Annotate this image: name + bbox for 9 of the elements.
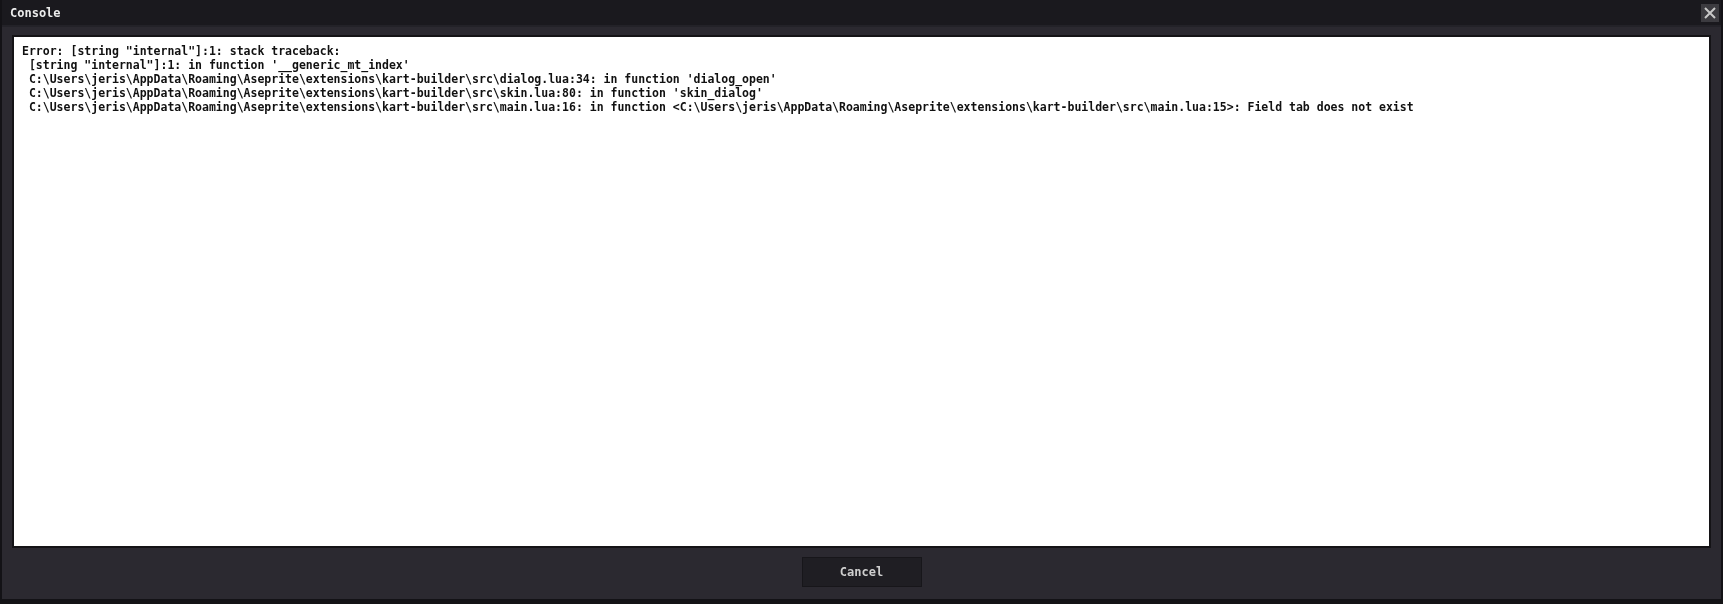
console-line: C:\Users\jeris\AppData\Roaming\Aseprite\extensions\kart-builder\src\dialog.lua:34: in function 'dialog_open'	[27, 72, 778, 86]
window-title: Console	[10, 5, 61, 20]
close-button[interactable]	[1701, 3, 1719, 22]
close-icon	[1704, 6, 1716, 19]
console-line: C:\Users\jeris\AppData\Roaming\Aseprite\extensions\kart-builder\src\skin.lua:80: in function 'skin_dialog'	[27, 86, 763, 100]
cancel-button[interactable]: Cancel	[801, 557, 922, 587]
console-line: Error: [string "internal"]:1: stack traceback:	[22, 44, 342, 58]
console-line: [string "internal"]:1: in function '__generic_mt_index'	[27, 58, 410, 72]
console-line: C:\Users\jeris\AppData\Roaming\Aseprite\extensions\kart-builder\src\main.lua:16: in function <C:\Users\jeris\AppData\Roaming\Aseprite\extensions\kart-builder\src\main.lua:15>: Field tab does not exist	[27, 100, 1415, 114]
